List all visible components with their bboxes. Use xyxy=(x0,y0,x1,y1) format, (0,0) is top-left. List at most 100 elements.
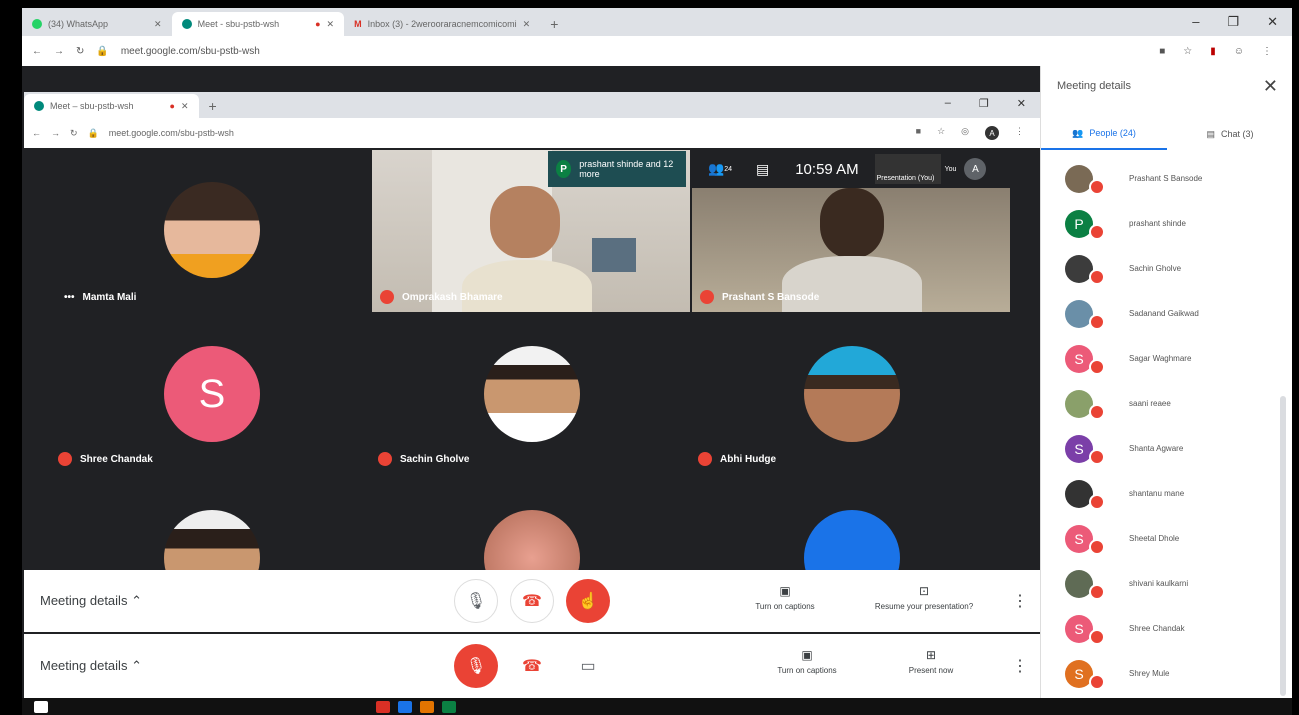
present-button[interactable]: ⊡ Resume your presentation? xyxy=(854,584,994,611)
participant-row[interactable]: S Shrey Mule xyxy=(1041,651,1293,696)
close-icon[interactable]: ✕ xyxy=(327,19,335,30)
camera-icon[interactable]: ■ xyxy=(1159,46,1165,57)
camera-icon[interactable]: ■ xyxy=(916,126,921,140)
presentation-thumbnail[interactable]: Presentation (You) xyxy=(874,154,941,184)
avatar-letter: S xyxy=(1074,620,1084,637)
avatar xyxy=(1065,254,1105,285)
minimize-icon[interactable]: – xyxy=(1192,14,1199,30)
present-button[interactable]: ⊞ Present now xyxy=(886,648,976,675)
more-options-icon[interactable]: ⋮ xyxy=(1012,591,1028,611)
close-icon[interactable]: ✕ xyxy=(1267,14,1278,30)
mic-button[interactable]: 🎙 xyxy=(454,644,498,688)
profile-icon[interactable]: ☺ xyxy=(1234,46,1244,57)
nameplate: Omprakash Bhamare xyxy=(380,290,503,304)
app-icon[interactable] xyxy=(442,700,456,713)
you-label: You xyxy=(944,165,957,173)
forward-icon[interactable]: → xyxy=(54,46,64,57)
mic-off-icon xyxy=(1089,268,1105,285)
tab-people[interactable]: 👥 People (24) xyxy=(1041,118,1167,150)
url-field[interactable]: meet.google.com/sbu-pstb-wsh xyxy=(121,46,260,57)
participant-row[interactable]: shivani kaulkarni xyxy=(1041,561,1293,606)
participant-name: Shree Chandak xyxy=(80,453,153,465)
app-icon[interactable] xyxy=(398,700,412,713)
meeting-details-toggle[interactable]: Meeting details ⌃ xyxy=(40,658,142,674)
participant-row[interactable]: S Shree Chandak xyxy=(1041,606,1293,651)
participant-row[interactable]: Sachin Gholve xyxy=(1041,246,1293,291)
close-icon[interactable]: ✕ xyxy=(181,101,189,112)
star-icon[interactable]: ☆ xyxy=(937,126,945,140)
chat-icon[interactable]: ▤ xyxy=(756,161,769,178)
app-icon[interactable] xyxy=(376,700,390,713)
avatar[interactable]: A xyxy=(985,126,999,140)
participant-row[interactable]: saani reaee xyxy=(1041,381,1293,426)
participant-face xyxy=(490,186,560,258)
close-icon[interactable]: ✕ xyxy=(1263,76,1278,97)
outer-tab-gmail[interactable]: M Inbox (3) - 2werooraracnemcomicomi ✕ xyxy=(344,12,540,36)
leave-call-button[interactable]: ☎ xyxy=(510,644,554,688)
participant-row[interactable]: S Sagar Waghmare xyxy=(1041,336,1293,381)
toolbar-icons: ■ ☆ ◎ A ⋮ xyxy=(916,126,1024,140)
camera-button[interactable]: ▭ xyxy=(566,644,610,688)
people-icon[interactable]: 👥 xyxy=(708,161,724,177)
extension-icon[interactable]: ◎ xyxy=(961,126,969,140)
whatsapp-icon xyxy=(32,19,42,29)
people-count: 24 xyxy=(724,165,732,173)
meeting-details-toggle[interactable]: Meeting details ⌃ xyxy=(40,593,142,609)
outer-tab-whatsapp[interactable]: (34) WhatsApp ✕ xyxy=(22,12,172,36)
windows-start-icon[interactable] xyxy=(34,700,48,713)
restore-icon[interactable]: ❐ xyxy=(979,97,989,110)
avatar: S xyxy=(1065,434,1105,465)
meeting-details-label: Meeting details xyxy=(40,593,128,608)
leave-call-button[interactable]: ☎ xyxy=(510,579,554,623)
participant-row[interactable]: S Sheetal Dhole xyxy=(1041,516,1293,561)
captions-icon: ▣ xyxy=(779,584,791,598)
back-icon[interactable]: ← xyxy=(32,46,42,57)
new-tab-button[interactable]: + xyxy=(540,12,568,36)
participant-row[interactable]: Prashant S Bansode xyxy=(1041,156,1293,201)
participant-photo xyxy=(484,346,580,442)
more-options-icon[interactable]: ⋮ xyxy=(1012,656,1028,676)
star-icon[interactable]: ☆ xyxy=(1183,46,1192,57)
outer-tab-meet[interactable]: Meet - sbu-pstb-wsh ● ✕ xyxy=(171,12,345,36)
participant-row[interactable]: S Shanta Agware xyxy=(1041,426,1293,471)
more-options-icon[interactable]: ••• xyxy=(64,292,75,303)
close-icon[interactable]: ✕ xyxy=(154,19,162,30)
url-field[interactable]: meet.google.com/sbu-pstb-wsh xyxy=(109,128,234,138)
extension-icon[interactable]: ▮ xyxy=(1210,46,1216,57)
hangup-icon: ☎ xyxy=(522,658,542,675)
captions-button[interactable]: ▣ Turn on captions xyxy=(740,584,830,611)
participants-chip[interactable]: Pprashant shinde and 12 more xyxy=(548,151,686,187)
camera-button[interactable]: ☝ xyxy=(566,579,610,623)
restore-icon[interactable]: ❐ xyxy=(1227,14,1239,30)
mic-button[interactable]: 🎙 xyxy=(454,579,498,623)
participant-row[interactable]: Sadanand Gaikwad xyxy=(1041,291,1293,336)
app-icon[interactable] xyxy=(420,700,434,713)
reload-icon[interactable]: ↻ xyxy=(70,128,78,139)
participant-row[interactable]: Pprashant shinde xyxy=(1041,201,1293,246)
participant-row[interactable]: shantanu mane xyxy=(1041,471,1293,516)
mic-off-icon xyxy=(1089,403,1105,420)
captions-button[interactable]: ▣ Turn on captions xyxy=(762,648,852,675)
participant-name: shantanu mane xyxy=(1129,489,1185,498)
hangup-icon: ☎ xyxy=(522,593,542,610)
participant-name: Sadanand Gaikwad xyxy=(1129,309,1199,318)
captions-label: Turn on captions xyxy=(777,666,837,675)
avatar[interactable]: A xyxy=(964,158,987,180)
close-icon[interactable]: ✕ xyxy=(523,19,531,30)
close-icon[interactable]: ✕ xyxy=(1017,97,1026,110)
avatar: S xyxy=(1065,614,1105,645)
scrollbar[interactable] xyxy=(1280,396,1286,696)
mic-off-icon xyxy=(378,452,392,466)
tab-chat[interactable]: ▤ Chat (3) xyxy=(1167,118,1293,150)
menu-icon[interactable]: ⋮ xyxy=(1015,126,1024,140)
menu-icon[interactable]: ⋮ xyxy=(1262,46,1272,57)
forward-icon[interactable]: → xyxy=(51,128,60,138)
reload-icon[interactable]: ↻ xyxy=(76,46,84,57)
inner-tab-meet[interactable]: Meet – sbu-pstb-wsh ● ✕ xyxy=(24,94,199,118)
new-tab-button[interactable]: + xyxy=(199,94,227,118)
minimize-icon[interactable]: – xyxy=(945,97,951,110)
back-icon[interactable]: ← xyxy=(32,128,41,138)
video-background xyxy=(592,238,636,272)
tab-label: People (24) xyxy=(1089,128,1136,138)
participant-name: Sachin Gholve xyxy=(1129,264,1182,273)
